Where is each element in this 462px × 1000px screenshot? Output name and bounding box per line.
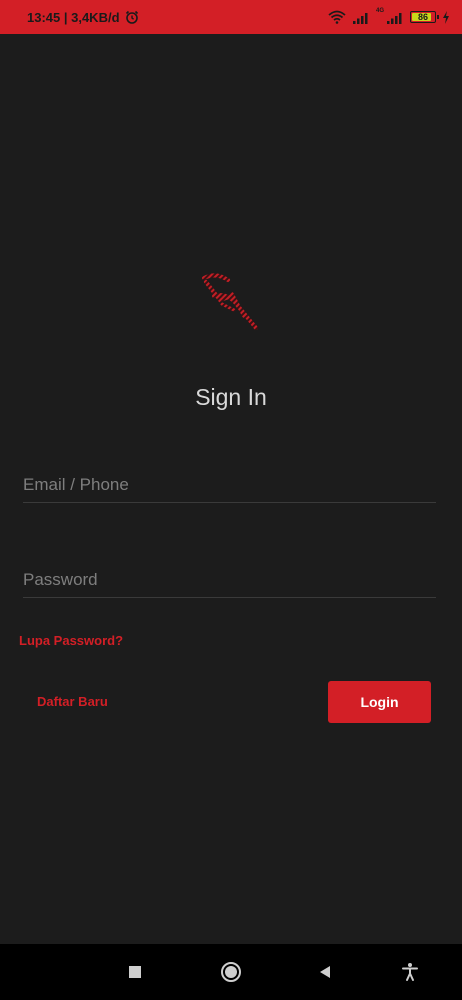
battery-level: 86: [417, 12, 428, 22]
status-bar: 13:45 | 3,4KB/d 4G 86: [0, 0, 462, 34]
recent-apps-icon[interactable]: [121, 958, 149, 986]
battery-icon: 86: [410, 11, 439, 23]
email-field[interactable]: [23, 467, 436, 502]
network-type-label: 4G: [375, 8, 384, 14]
home-icon[interactable]: [217, 958, 245, 986]
charging-icon: [442, 10, 450, 24]
page-title: Sign In: [195, 384, 267, 410]
accessibility-icon[interactable]: [396, 958, 424, 986]
status-left: 13:45 | 3,4KB/d: [27, 10, 139, 25]
signal-icon: [352, 11, 370, 24]
back-icon[interactable]: [311, 958, 339, 986]
signal-icon-2: [386, 11, 404, 24]
email-field-container: [23, 467, 436, 503]
password-field[interactable]: [23, 562, 436, 597]
status-time-speed: 13:45 | 3,4KB/d: [27, 9, 120, 25]
status-right: 4G 86: [328, 8, 450, 24]
navigation-bar: [0, 944, 462, 1000]
login-button[interactable]: Login: [328, 681, 431, 723]
brand-logo-icon: [198, 270, 264, 336]
password-field-container: [23, 562, 436, 598]
alarm-icon: [125, 10, 139, 24]
forgot-password-link[interactable]: Lupa Password?: [19, 633, 123, 648]
wifi-icon: [328, 10, 346, 24]
register-link[interactable]: Daftar Baru: [37, 694, 108, 709]
login-screen: 13:45 | 3,4KB/d 4G 86 Sign In Email / Ph…: [0, 0, 462, 1000]
